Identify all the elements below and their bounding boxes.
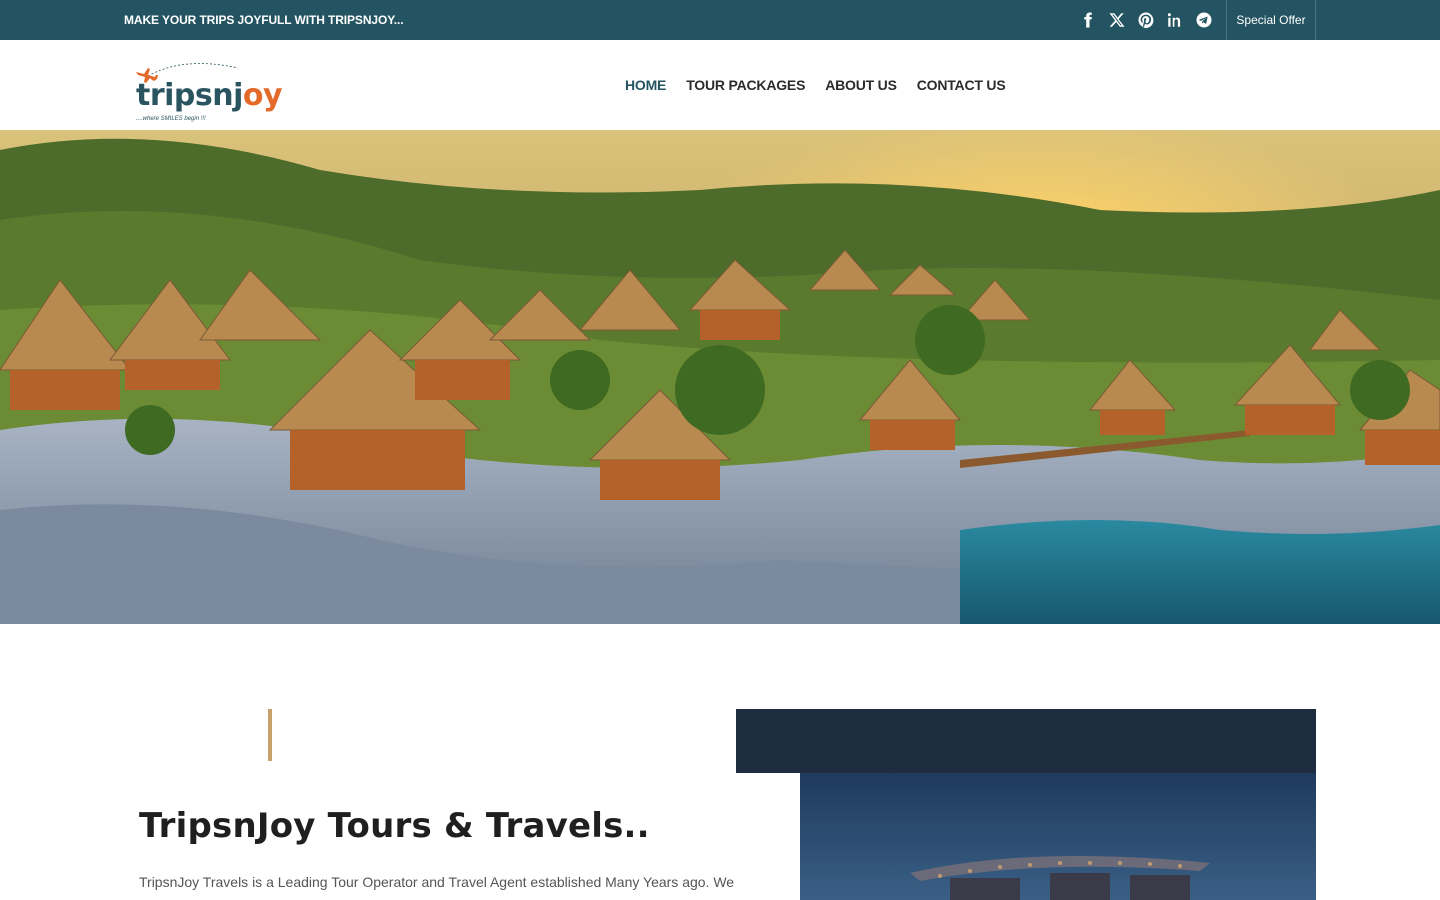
social-links bbox=[1078, 0, 1213, 40]
telegram-icon[interactable] bbox=[1194, 11, 1213, 30]
x-icon[interactable] bbox=[1107, 11, 1126, 30]
nav-home[interactable]: HOME bbox=[615, 77, 676, 93]
pinterest-icon[interactable] bbox=[1136, 11, 1155, 30]
special-offer-link[interactable]: Special Offer bbox=[1226, 0, 1316, 40]
top-bar: MAKE YOUR TRIPS JOYFULL WITH TRIPSNJOY..… bbox=[0, 0, 1440, 40]
facebook-icon[interactable] bbox=[1078, 11, 1097, 30]
about-text: TripsnJoy Travels is a Leading Tour Oper… bbox=[139, 874, 774, 890]
about-title: TripsnJoy Tours & Travels.. bbox=[139, 806, 650, 846]
linkedin-icon[interactable] bbox=[1165, 11, 1184, 30]
site-logo[interactable]: tripsnjoy ....where SMILES begin !!! bbox=[134, 58, 283, 126]
nav-tour-packages[interactable]: TOUR PACKAGES bbox=[676, 77, 815, 93]
hero-banner-image bbox=[0, 130, 1440, 624]
logo-wordmark: tripsnjoy bbox=[136, 78, 283, 113]
about-image bbox=[800, 773, 1316, 900]
section-accent-bar bbox=[268, 709, 272, 761]
top-bar-tagline: MAKE YOUR TRIPS JOYFULL WITH TRIPSNJOY..… bbox=[124, 13, 404, 27]
site-header: tripsnjoy ....where SMILES begin !!! HOM… bbox=[0, 40, 1440, 130]
nav-about-us[interactable]: ABOUT US bbox=[815, 77, 907, 93]
nav-contact-us[interactable]: CONTACT US bbox=[907, 77, 1016, 93]
about-image-cutout bbox=[736, 773, 800, 900]
main-nav: HOME TOUR PACKAGES ABOUT US CONTACT US bbox=[615, 40, 1015, 130]
logo-slogan: ....where SMILES begin !!! bbox=[136, 116, 206, 122]
